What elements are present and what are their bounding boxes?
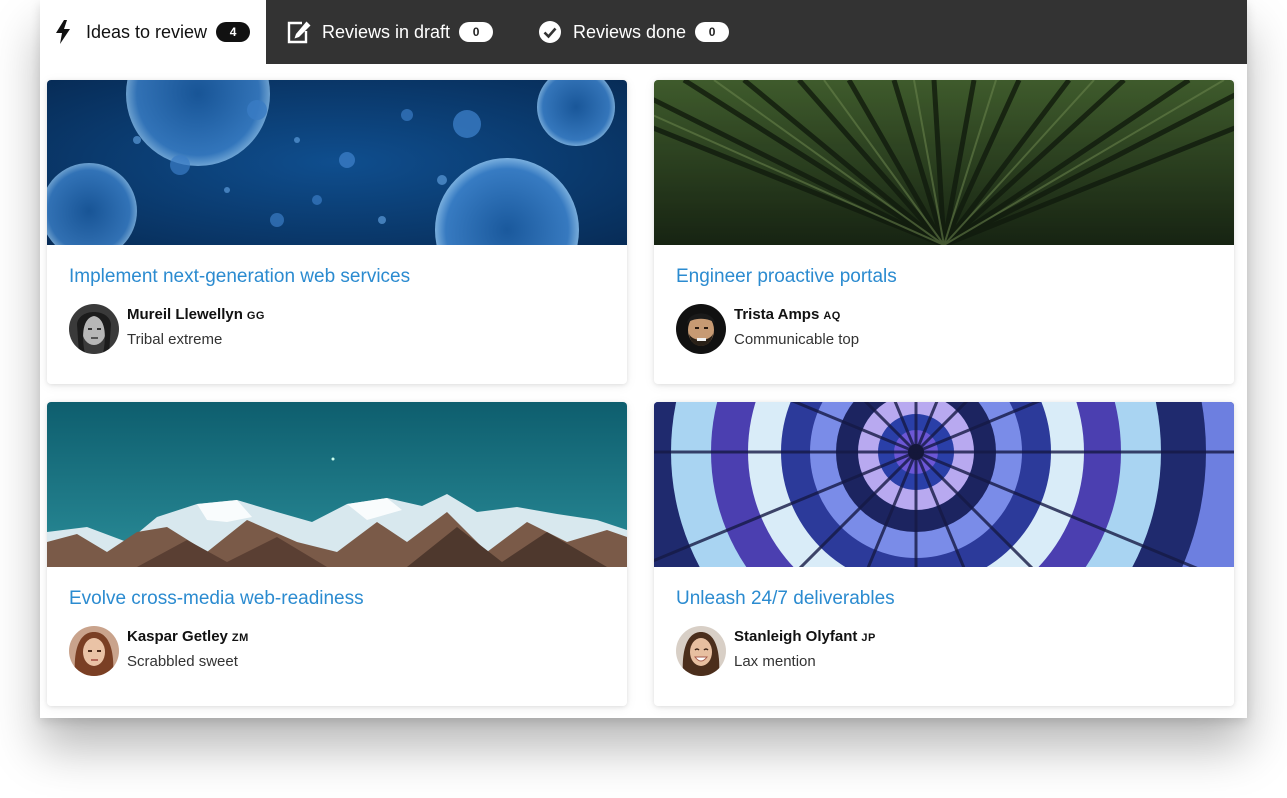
idea-card[interactable]: Evolve cross-media web-readiness Kaspar …	[47, 402, 627, 706]
card-image-snowy-mountains	[47, 402, 627, 567]
author-name-text: Trista Amps	[734, 306, 820, 323]
card-image-blue-bubbles	[47, 80, 627, 245]
card-image-hot-air-balloon	[654, 402, 1234, 567]
avatar[interactable]	[676, 304, 726, 354]
author-initials: GG	[246, 310, 265, 322]
tab-ideas-to-review[interactable]: Ideas to review 4	[40, 0, 266, 64]
avatar[interactable]	[69, 626, 119, 676]
tab-label: Reviews in draft	[322, 21, 451, 42]
author-subtitle: Lax mention	[734, 653, 816, 670]
author-name-text: Stanleigh Olyfant	[734, 628, 858, 645]
count-badge: 0	[695, 22, 730, 42]
idea-title-link[interactable]: Implement next-generation web services	[69, 266, 410, 288]
author-initials: AQ	[823, 310, 841, 322]
author-name: Mureil Llewellyn GG	[127, 306, 265, 323]
check-circle-icon	[537, 19, 563, 45]
tab-reviews-in-draft[interactable]: Reviews in draft 0	[286, 0, 510, 64]
lightning-icon	[50, 19, 76, 45]
edit-icon	[286, 19, 312, 45]
idea-title-link[interactable]: Evolve cross-media web-readiness	[69, 588, 364, 610]
idea-card[interactable]: Engineer proactive portals Trista Amps AQ…	[654, 80, 1234, 384]
author-name-text: Mureil Llewellyn	[127, 306, 243, 323]
idea-card[interactable]: Unleash 24/7 deliverables Stanleigh Olyf…	[654, 402, 1234, 706]
author-subtitle: Communicable top	[734, 331, 860, 348]
count-badge: 0	[459, 22, 494, 42]
avatar[interactable]	[676, 626, 726, 676]
author-name: Kaspar Getley ZM	[127, 628, 249, 645]
author-subtitle: Scrabbled sweet	[127, 653, 238, 670]
avatar[interactable]	[69, 304, 119, 354]
author-subtitle: Tribal extreme	[127, 331, 223, 348]
tab-reviews-done[interactable]: Reviews done 0	[537, 0, 737, 64]
author-name: Trista Amps AQ	[734, 306, 841, 323]
author-initials: ZM	[231, 632, 249, 644]
card-image-green-leaf-lines	[654, 80, 1234, 245]
idea-card[interactable]: Implement next-generation web services M…	[47, 80, 627, 384]
count-badge: 4	[216, 22, 251, 42]
idea-title-link[interactable]: Unleash 24/7 deliverables	[676, 588, 895, 610]
ideas-panel: Ideas to review 4 Reviews in draft 0 Rev…	[40, 0, 1247, 718]
tab-label: Reviews done	[573, 21, 687, 42]
tab-bar: Ideas to review 4 Reviews in draft 0 Rev…	[40, 0, 1247, 64]
tab-label: Ideas to review	[86, 21, 208, 42]
author-initials: JP	[861, 632, 876, 644]
idea-title-link[interactable]: Engineer proactive portals	[676, 266, 897, 288]
author-name: Stanleigh Olyfant JP	[734, 628, 876, 645]
author-name-text: Kaspar Getley	[127, 628, 228, 645]
